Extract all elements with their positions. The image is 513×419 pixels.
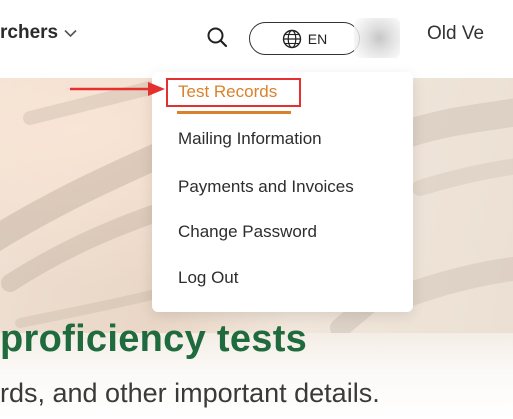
menu-item-log-out[interactable]: Log Out (178, 268, 239, 288)
hero-subtitle: rds, and other important details. (0, 378, 380, 408)
chevron-down-icon (64, 29, 77, 37)
language-label: EN (307, 30, 328, 47)
account-dropdown-menu: Test Records Mailing Information Payment… (152, 72, 413, 312)
page: proficiency tests rds, and other importa… (0, 0, 513, 419)
globe-icon (282, 29, 301, 48)
nav-old-version-link[interactable]: Old Ve (427, 23, 484, 45)
avatar[interactable] (354, 18, 400, 58)
hero-title: proficiency tests (0, 318, 308, 360)
red-arrow-icon (70, 82, 165, 96)
active-item-underline (177, 111, 291, 114)
top-navigation-bar: rchers EN Old Ve (0, 0, 513, 78)
nav-researchers-menu[interactable]: rchers (0, 22, 77, 44)
nav-researchers-label: rchers (0, 22, 59, 43)
menu-item-mailing-information[interactable]: Mailing Information (178, 129, 322, 149)
search-icon[interactable] (206, 26, 228, 48)
language-selector-button[interactable]: EN (249, 22, 360, 55)
menu-item-payments-and-invoices[interactable]: Payments and Invoices (178, 177, 354, 197)
menu-item-test-records[interactable]: Test Records (178, 82, 277, 102)
menu-item-change-password[interactable]: Change Password (178, 222, 317, 242)
